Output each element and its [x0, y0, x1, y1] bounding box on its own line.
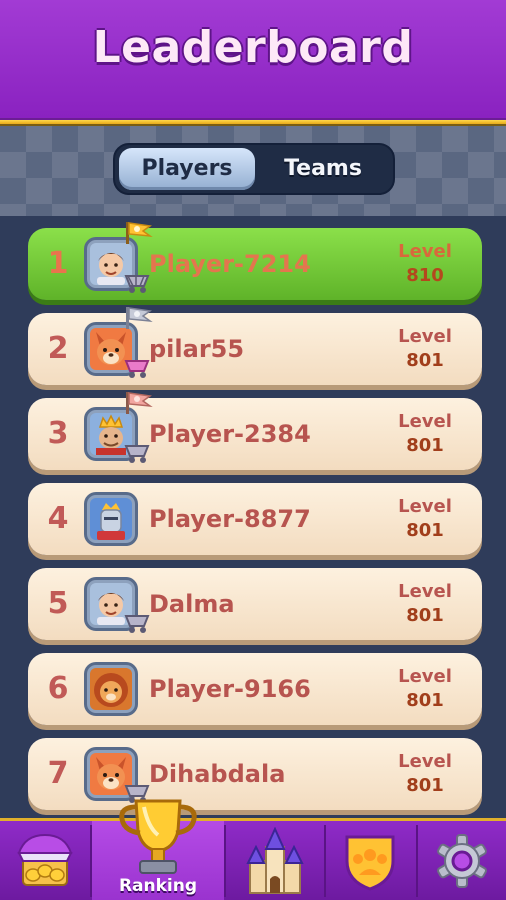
leaderboard-row[interactable]: 1 Player-7214 Level 810: [28, 222, 482, 300]
header-divider: [0, 118, 506, 126]
level-block: Level 801: [390, 410, 460, 458]
rank-number: 1: [47, 246, 69, 281]
leaderboard-row[interactable]: 2 pilar55 Level 801: [28, 307, 482, 385]
player-name: pilar55: [149, 335, 245, 363]
team-shield-icon: [345, 835, 395, 891]
player-name: Player-9166: [149, 675, 311, 703]
page-title: Leaderboard: [92, 22, 414, 73]
nav-ranking-label: Ranking: [118, 876, 198, 896]
level-block: Level 801: [390, 580, 460, 628]
level-label: Level: [398, 581, 452, 602]
player-name: Dalma: [149, 590, 235, 618]
rank-number: 6: [47, 671, 69, 706]
shop-icon: [17, 833, 73, 886]
cart-icon: [124, 360, 150, 378]
leaderboard-row[interactable]: 3 Player-2384 Level 801: [28, 392, 482, 470]
nav-shop-button[interactable]: [0, 821, 90, 900]
level-value: 810: [406, 265, 444, 286]
rank-number: 5: [47, 586, 69, 621]
leaderboard-row[interactable]: 6 Player-9166 Level 801: [28, 653, 482, 725]
leaderboard-list[interactable]: 1 Player-7214 Level 810 2 pilar55 Level …: [0, 216, 506, 818]
player-name: Player-2384: [149, 420, 311, 448]
level-value: 801: [406, 605, 444, 626]
nav-settings-button[interactable]: [418, 821, 506, 900]
level-label: Level: [398, 411, 452, 432]
level-label: Level: [398, 666, 452, 687]
level-block: Level 810: [390, 240, 460, 288]
leaderboard-row[interactable]: 7 Dihabdala Level 801: [28, 738, 482, 810]
level-block: Level 801: [390, 750, 460, 798]
player-name: Player-7214: [149, 250, 311, 278]
leaderboard-row[interactable]: 4 Player-8877 Level 801: [28, 483, 482, 555]
level-label: Level: [398, 496, 452, 517]
tab-switcher: Players Teams: [113, 143, 395, 195]
leaderboard-row[interactable]: 5 Dalma Level 801: [28, 568, 482, 640]
tab-teams[interactable]: Teams: [257, 148, 389, 190]
gear-icon: [437, 834, 487, 888]
lion-avatar: [84, 662, 138, 716]
level-label: Level: [398, 326, 452, 347]
level-block: Level 801: [390, 325, 460, 373]
level-label: Level: [398, 241, 452, 262]
rank-number: 7: [47, 756, 69, 791]
rank-number: 3: [47, 416, 69, 451]
cart-icon: [124, 275, 150, 293]
header-bar: Leaderboard: [0, 0, 506, 118]
nav-team-button[interactable]: [326, 821, 416, 900]
bottom-nav: Ranking: [0, 799, 506, 900]
cart-icon: [124, 615, 150, 633]
level-label: Level: [398, 751, 452, 772]
level-value: 801: [406, 350, 444, 371]
nav-castle-button[interactable]: [226, 821, 324, 900]
trophy-icon: [119, 799, 197, 874]
knight-avatar: [84, 492, 138, 546]
nav-ranking-button[interactable]: Ranking: [92, 799, 224, 900]
rank-number: 2: [47, 331, 69, 366]
level-block: Level 801: [390, 665, 460, 713]
cart-icon: [124, 445, 150, 463]
level-value: 801: [406, 435, 444, 456]
level-value: 801: [406, 775, 444, 796]
tab-players[interactable]: Players: [119, 148, 255, 190]
castle-icon: [246, 827, 304, 894]
level-value: 801: [406, 690, 444, 711]
level-block: Level 801: [390, 495, 460, 543]
rank-number: 4: [47, 501, 69, 536]
level-value: 801: [406, 520, 444, 541]
player-name: Player-8877: [149, 505, 311, 533]
